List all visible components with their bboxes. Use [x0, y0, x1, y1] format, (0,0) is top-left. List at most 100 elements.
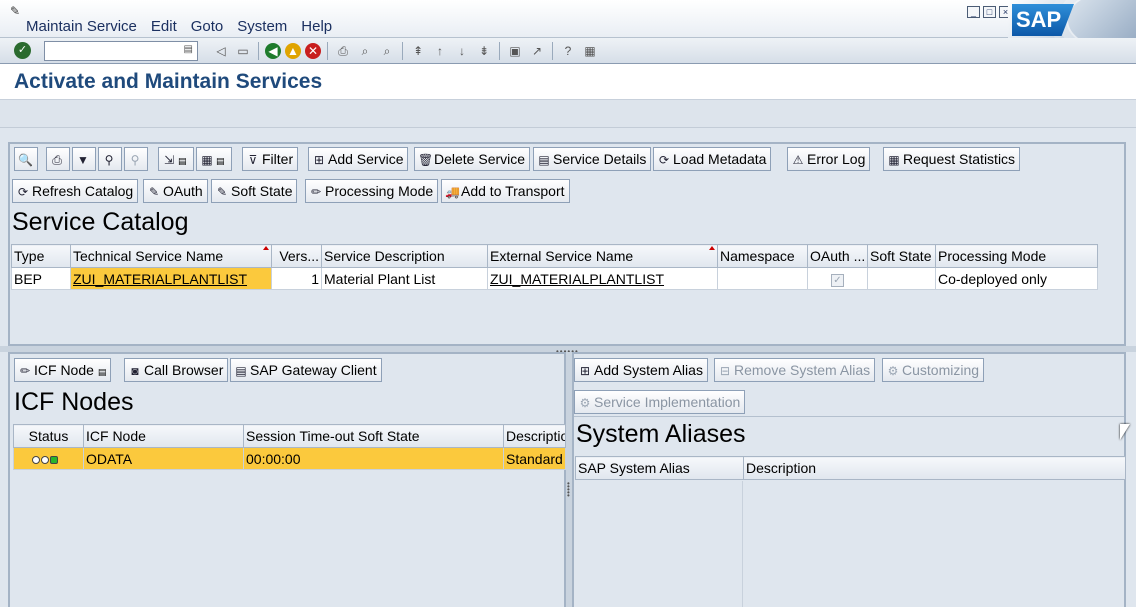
- column-header-soft-state[interactable]: Soft State: [867, 244, 936, 268]
- processing-mode-button[interactable]: ✏ Processing Mode: [305, 179, 439, 203]
- oauth-label: OAuth: [163, 183, 203, 199]
- cell-external-name[interactable]: ZUI_MATERIALPLANTLIST: [487, 267, 718, 290]
- print-list-button[interactable]: ⎙: [46, 147, 70, 171]
- print-icon[interactable]: ⎙: [334, 42, 352, 60]
- layout-button[interactable]: ▦ ▤: [196, 147, 232, 171]
- column-header-namespace[interactable]: Namespace: [717, 244, 808, 268]
- soft-state-button[interactable]: ✎ Soft State: [211, 179, 298, 203]
- cell-technical-name[interactable]: ZUI_MATERIALPLANTLIST: [70, 267, 272, 290]
- column-header-description[interactable]: Service Description: [321, 244, 488, 268]
- cell-status[interactable]: [13, 447, 84, 470]
- add-service-button[interactable]: ⊞ Add Service: [308, 147, 409, 171]
- cell-version[interactable]: 1: [271, 267, 322, 290]
- table-row[interactable]: ODATA 00:00:00 Standard: [13, 447, 566, 470]
- call-browser-label: Call Browser: [144, 362, 224, 378]
- column-header-status[interactable]: Status: [13, 424, 84, 448]
- delete-service-button[interactable]: 🗑Delete Service: [414, 147, 531, 171]
- cell-description[interactable]: Material Plant List: [321, 267, 488, 290]
- help-icon[interactable]: ?: [559, 42, 577, 60]
- cell-type[interactable]: BEP: [11, 267, 71, 290]
- column-header-processing-mode[interactable]: Processing Mode: [935, 244, 1098, 268]
- technical-name-link[interactable]: ZUI_MATERIALPLANTLIST: [73, 271, 247, 287]
- oauth-button[interactable]: ✎ OAuth: [143, 179, 208, 203]
- table-header-row: Status ICF Node Session Time-out Soft St…: [13, 424, 566, 448]
- cell-description[interactable]: Standard: [503, 447, 566, 470]
- cell-namespace[interactable]: [717, 267, 808, 290]
- external-name-link[interactable]: ZUI_MATERIALPLANTLIST: [490, 271, 664, 287]
- new-session-icon[interactable]: ▣: [506, 42, 524, 60]
- gateway-icon: ▤: [235, 364, 247, 378]
- menu-help[interactable]: Help: [301, 18, 332, 35]
- menu-system[interactable]: System: [237, 18, 287, 35]
- icf-nodes-table: Status ICF Node Session Time-out Soft St…: [13, 424, 566, 470]
- find-next-button[interactable]: ⚲: [124, 147, 148, 171]
- cancel-icon[interactable]: ✕: [305, 43, 321, 59]
- column-header-technical-name[interactable]: Technical Service Name: [70, 244, 272, 268]
- menu-maintain-service[interactable]: Maintain Service: [26, 18, 137, 35]
- export-button[interactable]: ⇲ ▤: [158, 147, 194, 171]
- set-filter-button[interactable]: ▼: [72, 147, 96, 171]
- cell-oauth[interactable]: ✓: [807, 267, 868, 290]
- table-row[interactable]: BEP ZUI_MATERIALPLANTLIST 1 Material Pla…: [11, 267, 1098, 290]
- system-menu-icon[interactable]: ✎: [10, 4, 20, 18]
- find-button[interactable]: ⚲: [98, 147, 122, 171]
- icf-node-label: ICF Node: [34, 362, 94, 378]
- column-header-icf-node[interactable]: ICF Node: [83, 424, 244, 448]
- cell-icf-node[interactable]: ODATA: [83, 447, 244, 470]
- command-field[interactable]: ▤: [44, 41, 198, 61]
- column-header-oauth[interactable]: OAuth ...: [807, 244, 868, 268]
- last-page-icon[interactable]: ⇟: [475, 42, 493, 60]
- warning-icon: ⚠: [792, 153, 804, 167]
- filter-button[interactable]: ⊽ Filter: [242, 147, 299, 171]
- back-icon[interactable]: ◀: [265, 43, 281, 59]
- service-implementation-button[interactable]: ⚙ Service Implementation: [574, 390, 746, 414]
- shortcut-icon[interactable]: ↗: [528, 42, 546, 60]
- back-arrow-icon[interactable]: ◁: [212, 42, 230, 60]
- cell-soft-state[interactable]: [867, 267, 936, 290]
- column-header-label: Technical Service Name: [73, 248, 224, 264]
- load-metadata-button[interactable]: ⟳ Load Metadata: [653, 147, 772, 171]
- column-header-description[interactable]: Description: [743, 456, 1126, 480]
- enter-icon[interactable]: ✓: [14, 42, 31, 59]
- statistics-icon: ▦: [888, 153, 900, 167]
- first-page-icon[interactable]: ⇞: [409, 42, 427, 60]
- cell-processing-mode[interactable]: Co-deployed only: [935, 267, 1098, 290]
- customizing-button[interactable]: ⚙ Customizing: [882, 358, 985, 382]
- print-icon: ⎙: [52, 153, 62, 167]
- add-to-transport-button[interactable]: 🚚Add to Transport: [441, 179, 570, 203]
- add-system-alias-button[interactable]: ⊞ Add System Alias: [574, 358, 708, 382]
- maximize-icon[interactable]: □: [983, 6, 996, 18]
- request-statistics-button[interactable]: ▦ Request Statistics: [883, 147, 1021, 171]
- menu-edit[interactable]: Edit: [151, 18, 177, 35]
- details-icon: ▤: [538, 153, 550, 167]
- exit-icon[interactable]: ▲: [285, 43, 301, 59]
- previous-page-icon[interactable]: ↑: [431, 42, 449, 60]
- gateway-client-button[interactable]: ▤ SAP Gateway Client: [230, 358, 382, 382]
- column-header-version[interactable]: Vers...: [271, 244, 322, 268]
- cell-timeout[interactable]: 00:00:00: [243, 447, 504, 470]
- next-page-icon[interactable]: ↓: [453, 42, 471, 60]
- column-header-timeout[interactable]: Session Time-out Soft State: [243, 424, 504, 448]
- system-aliases-panel: ⊞ Add System Alias ⊟ Remove System Alias ⚙…: [572, 352, 1126, 607]
- history-dropdown-icon[interactable]: ▤: [184, 44, 193, 55]
- table-header-row: SAP System Alias Description: [575, 456, 1126, 480]
- refresh-catalog-button[interactable]: ⟳ Refresh Catalog: [12, 179, 139, 203]
- add-to-transport-label: Add to Transport: [461, 183, 565, 199]
- layout-menu-icon[interactable]: ▦: [581, 42, 599, 60]
- error-log-button[interactable]: ⚠ Error Log: [787, 147, 871, 171]
- splitter-grip-icon: • • • • •: [567, 479, 570, 500]
- find-next-icon[interactable]: ⌕: [378, 42, 396, 60]
- details-button[interactable]: 🔍: [14, 147, 38, 171]
- column-header-description[interactable]: Description: [503, 424, 566, 448]
- find-icon[interactable]: ⌕: [356, 42, 374, 60]
- call-browser-button[interactable]: ◙ Call Browser: [124, 358, 229, 382]
- minimize-icon[interactable]: _: [967, 6, 980, 18]
- column-header-external-name[interactable]: External Service Name: [487, 244, 718, 268]
- service-details-button[interactable]: ▤ Service Details: [533, 147, 652, 171]
- icf-node-button[interactable]: ✏ ICF Node ▤: [14, 358, 112, 382]
- remove-system-alias-button[interactable]: ⊟ Remove System Alias: [714, 358, 876, 382]
- menu-goto[interactable]: Goto: [191, 18, 224, 35]
- save-icon[interactable]: ▭: [234, 42, 252, 60]
- column-header-system-alias[interactable]: SAP System Alias: [575, 456, 744, 480]
- column-header-type[interactable]: Type: [11, 244, 71, 268]
